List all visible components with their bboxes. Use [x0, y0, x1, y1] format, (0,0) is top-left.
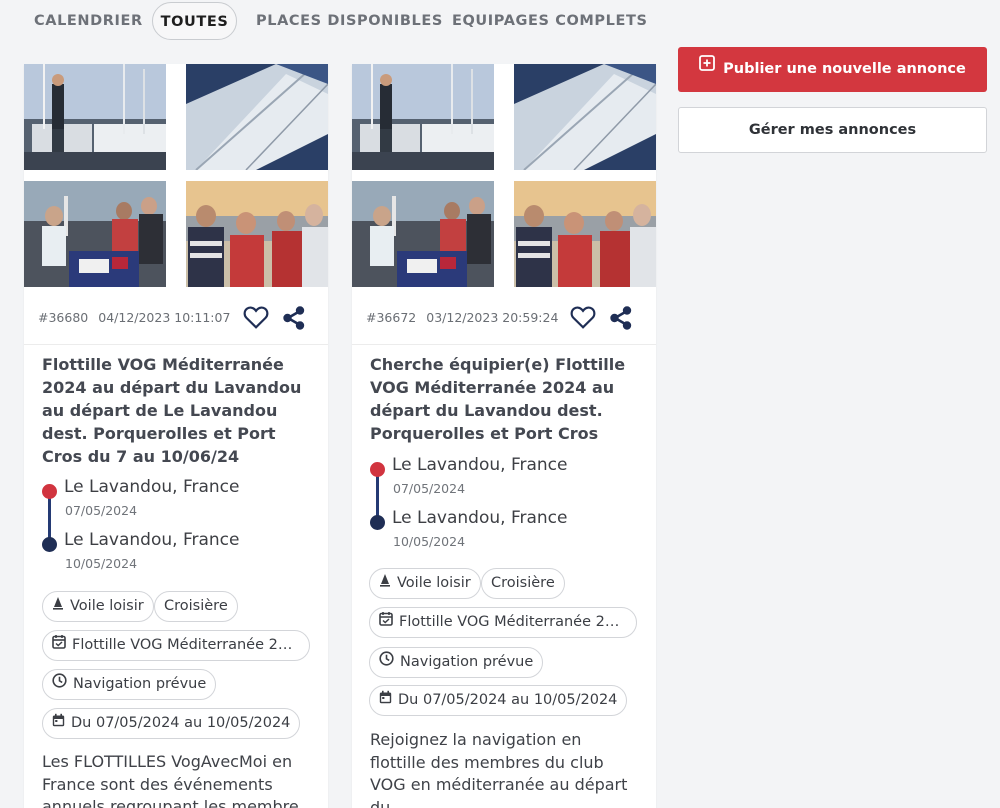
calendar-check-icon	[52, 631, 66, 660]
photo-crew-sunset	[186, 181, 328, 287]
tag-event-label: Flottille VOG Méditerranée 2…	[399, 614, 620, 630]
heart-icon[interactable]	[570, 305, 596, 329]
photo-crew-table	[24, 181, 166, 287]
listing-description: Rejoignez la navigation en flottille des…	[370, 730, 628, 808]
listing-description: Les FLOTTILLES VogAvecMoi en France sont…	[42, 752, 299, 808]
route-start-place: Le Lavandou, France	[64, 477, 240, 497]
listing-id: #36680	[38, 310, 89, 325]
share-icon[interactable]	[281, 305, 307, 331]
tag-type-label: Croisière	[164, 598, 228, 614]
route-start-date: 07/05/2024	[65, 503, 138, 518]
route-end-date: 10/05/2024	[393, 534, 466, 549]
photo-crew-sunset	[514, 181, 656, 287]
manage-listings-button[interactable]: Gérer mes annonces	[678, 107, 987, 153]
route-end-date: 10/05/2024	[65, 556, 138, 571]
calendar-icon	[52, 709, 65, 738]
listing-card[interactable]: #36672 03/12/2023 20:59:24 Cherche équipi…	[352, 64, 656, 808]
tag-period[interactable]: Du 07/05/2024 au 10/05/2024	[369, 685, 628, 716]
tag-event-label: Flottille VOG Méditerranée 2…	[72, 637, 293, 653]
route-start-dot	[370, 462, 385, 477]
photo-harbor	[24, 64, 166, 170]
tag-period-label: Du 07/05/2024 au 10/05/2024	[71, 715, 291, 731]
tag-type[interactable]: Croisière	[154, 591, 238, 622]
route-start-date: 07/05/2024	[393, 481, 466, 496]
photo-sail	[186, 64, 328, 170]
listing-meta: #36680 04/12/2023 10:11:07	[38, 310, 230, 325]
tag-event[interactable]: Flottille VOG Méditerranée 2…	[369, 607, 637, 638]
route-start-place: Le Lavandou, France	[392, 455, 568, 475]
route-end-place: Le Lavandou, France	[392, 508, 568, 528]
tag-navigation-label: Navigation prévue	[400, 654, 534, 670]
listing-date: 04/12/2023 10:11:07	[98, 310, 231, 325]
card-divider	[24, 344, 328, 345]
calendar-check-icon	[379, 608, 393, 637]
tag-activity-label: Voile loisir	[70, 598, 144, 614]
listing-title[interactable]: Flottille VOG Méditerranée 2024 au dépar…	[42, 353, 314, 468]
tab-calendrier[interactable]: CALENDRIER	[34, 2, 143, 40]
route-end-place: Le Lavandou, France	[64, 530, 240, 550]
manage-listings-label: Gérer mes annonces	[748, 122, 917, 138]
listing-id: #36672	[366, 310, 417, 325]
route-end-dot	[42, 537, 57, 552]
photo-grid[interactable]	[352, 64, 656, 288]
photo-grid[interactable]	[24, 64, 328, 288]
listing-date: 03/12/2023 20:59:24	[426, 310, 559, 325]
tag-navigation-label: Navigation prévue	[73, 676, 207, 692]
route-start-dot	[42, 484, 57, 499]
card-divider	[352, 344, 656, 345]
calendar-icon	[379, 686, 392, 715]
listing-meta: #36672 03/12/2023 20:59:24	[366, 310, 558, 325]
tab-places-disponibles[interactable]: PLACES DISPONIBLES	[256, 2, 443, 40]
route-end-dot	[370, 515, 385, 530]
plus-square-icon	[699, 45, 716, 90]
listing-card[interactable]: #36680 04/12/2023 10:11:07 Flottille VOG …	[24, 64, 328, 808]
tag-navigation[interactable]: Navigation prévue	[369, 647, 544, 678]
tag-event[interactable]: Flottille VOG Méditerranée 2…	[42, 630, 310, 661]
publish-listing-label: Publier une nouvelle annonce	[723, 61, 966, 77]
tag-period[interactable]: Du 07/05/2024 au 10/05/2024	[42, 708, 301, 739]
publish-listing-button[interactable]: Publier une nouvelle annonce	[678, 47, 987, 92]
tag-type-label: Croisière	[491, 575, 555, 591]
tag-activity[interactable]: Voile loisir	[42, 591, 154, 622]
heart-icon[interactable]	[243, 305, 269, 329]
photo-sail	[514, 64, 656, 170]
tab-equipages-complets[interactable]: EQUIPAGES COMPLETS	[452, 2, 648, 40]
listing-title[interactable]: Cherche équipier(e) Flottille VOG Médite…	[370, 353, 642, 445]
listing-filter-tabs: CALENDRIER TOUTES PLACES DISPONIBLES EQU…	[0, 0, 1000, 44]
photo-harbor	[352, 64, 494, 170]
clock-icon	[52, 670, 67, 699]
route: Le Lavandou, France 07/05/2024 Le Lavand…	[42, 477, 312, 577]
sailboat-icon	[379, 569, 391, 598]
tag-navigation[interactable]: Navigation prévue	[42, 669, 217, 700]
sailboat-icon	[52, 592, 64, 621]
clock-icon	[379, 648, 394, 677]
photo-crew-table	[352, 181, 494, 287]
tag-period-label: Du 07/05/2024 au 10/05/2024	[398, 692, 618, 708]
share-icon[interactable]	[608, 305, 634, 331]
route: Le Lavandou, France 07/05/2024 Le Lavand…	[370, 455, 640, 555]
tag-activity[interactable]: Voile loisir	[369, 568, 481, 599]
tab-toutes[interactable]: TOUTES	[152, 2, 237, 40]
tag-activity-label: Voile loisir	[397, 575, 471, 591]
tag-type[interactable]: Croisière	[481, 568, 565, 599]
